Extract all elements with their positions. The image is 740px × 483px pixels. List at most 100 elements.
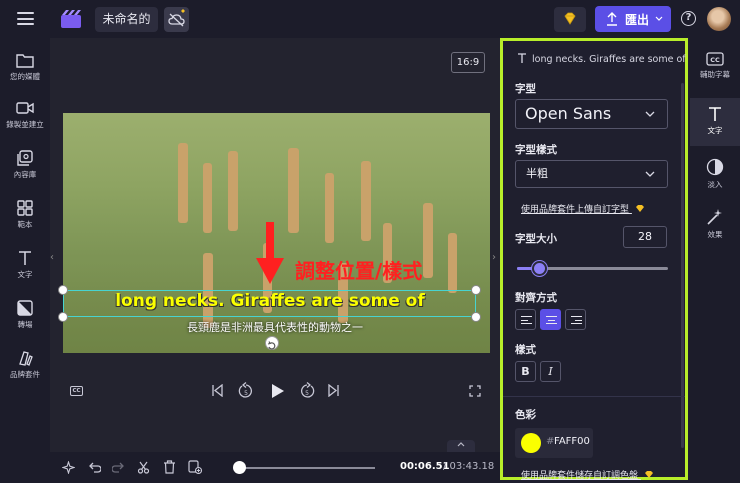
brand-palette-link[interactable]: 使用品牌套件儲存自訂調色盤	[521, 468, 654, 481]
panel-header-text: long necks. Giraffes are some of	[532, 54, 686, 65]
sidebar-item-content-library[interactable]: 內容庫	[0, 150, 50, 180]
caption-sub-text: 長頸鹿是非洲最具代表性的動物之一	[187, 321, 363, 334]
sidebar-item-templates[interactable]: 範本	[0, 200, 50, 230]
fullscreen-icon[interactable]	[469, 385, 481, 397]
font-style-label: 字型樣式	[515, 144, 557, 156]
diamond-icon	[635, 205, 644, 212]
captions-toggle-icon[interactable]: CC	[70, 386, 83, 396]
play-icon[interactable]	[270, 383, 285, 399]
sidebar-item-text[interactable]: 文字	[0, 250, 50, 280]
help-icon[interactable]: ?	[681, 11, 696, 26]
sidebar-item-fade[interactable]: 淡入	[690, 154, 740, 198]
video-giraffe	[325, 173, 334, 243]
trash-icon[interactable]	[163, 460, 176, 474]
sidebar-item-brand-kit[interactable]: 品牌套件	[0, 350, 50, 380]
sidebar-item-captions[interactable]: CC 輔助字幕	[690, 46, 740, 90]
resize-handle[interactable]	[471, 285, 481, 295]
aspect-ratio-button[interactable]: 16:9	[451, 52, 485, 73]
text-icon	[709, 107, 721, 121]
italic-button[interactable]: I	[540, 361, 561, 382]
svg-text:5: 5	[305, 390, 309, 397]
resize-handle[interactable]	[58, 285, 68, 295]
expand-timeline-button[interactable]	[447, 440, 475, 452]
premium-gem-button[interactable]	[554, 7, 586, 32]
add-media-icon[interactable]	[188, 460, 202, 474]
skip-back-icon[interactable]	[211, 384, 224, 397]
sidebar-item-media[interactable]: 您的媒體	[0, 52, 50, 82]
sidebar-item-label: 範本	[17, 220, 33, 229]
right-sidebar: CC 輔助字幕 文字 淡入 效果	[690, 38, 740, 483]
chevron-up-icon	[457, 442, 465, 447]
avatar[interactable]	[707, 7, 731, 31]
upload-icon	[607, 12, 617, 26]
brand-palette-link-text: 使用品牌套件儲存自訂調色盤	[521, 471, 639, 481]
sidebar-item-label: 淡入	[707, 180, 723, 189]
svg-text:5: 5	[244, 390, 248, 397]
forward-5-icon[interactable]: 5	[299, 382, 315, 399]
sidebar-item-label: 文字	[707, 126, 723, 135]
font-select[interactable]: Open Sans	[515, 99, 668, 129]
video-giraffe	[178, 143, 188, 223]
playback-scrubber[interactable]	[235, 467, 375, 469]
resize-handle[interactable]	[58, 312, 68, 322]
align-right-button[interactable]	[565, 309, 586, 330]
captions-icon: CC	[706, 52, 724, 66]
text-icon	[19, 251, 31, 265]
sidebar-item-label: 文字	[17, 270, 33, 279]
video-giraffe	[228, 151, 238, 231]
scrubber-knob[interactable]	[232, 461, 246, 474]
font-size-slider-knob[interactable]	[532, 261, 548, 276]
undo-icon[interactable]	[88, 461, 101, 474]
total-time: / 03:43.18	[443, 461, 495, 472]
sidebar-item-label: 轉場	[17, 320, 33, 329]
brand-kit-icon	[19, 351, 33, 366]
font-style-value: 半粗	[526, 167, 548, 180]
sidebar-item-transitions[interactable]: 轉場	[0, 300, 50, 330]
color-swatch[interactable]	[521, 433, 541, 453]
diamond-icon	[564, 12, 576, 25]
svg-text:CC: CC	[710, 56, 720, 64]
sidebar-item-label: 輔助字幕	[700, 70, 730, 79]
alignment-label: 對齊方式	[515, 292, 557, 304]
brand-font-link[interactable]: 使用品牌套件上傳自訂字型	[521, 202, 645, 215]
rotate-handle[interactable]	[265, 336, 279, 350]
menu-icon[interactable]	[17, 12, 34, 25]
left-sidebar: 您的媒體 錄製並建立 內容庫 範本 文字 轉場 品牌套件	[0, 38, 50, 483]
align-left-button[interactable]	[515, 309, 536, 330]
video-giraffe	[423, 203, 433, 278]
caption-main-text[interactable]: long necks. Giraffes are some of	[70, 291, 470, 311]
collapse-left-icon[interactable]: ‹	[50, 252, 60, 272]
cloud-sync-button[interactable]	[164, 7, 189, 32]
chevron-down-icon	[645, 171, 655, 177]
rewind-5-icon[interactable]: 5	[238, 382, 254, 399]
magic-sparkle-icon[interactable]	[62, 461, 75, 474]
sidebar-item-record[interactable]: 錄製並建立	[0, 100, 50, 130]
transitions-icon	[17, 300, 33, 316]
scissors-icon[interactable]	[137, 461, 150, 474]
panel-scrollbar[interactable]	[681, 83, 684, 448]
redo-icon[interactable]	[112, 461, 125, 474]
bold-button[interactable]: B	[515, 361, 536, 382]
effects-wand-icon	[707, 209, 722, 225]
fade-icon	[706, 158, 724, 176]
sidebar-item-text[interactable]: 文字	[690, 98, 740, 146]
sidebar-item-effects[interactable]: 效果	[690, 204, 740, 248]
resize-handle[interactable]	[471, 312, 481, 322]
sidebar-item-label: 效果	[707, 230, 723, 239]
align-center-button[interactable]	[540, 309, 561, 330]
video-giraffe	[361, 161, 371, 241]
font-size-input[interactable]: 28	[623, 226, 667, 248]
sidebar-item-label: 內容庫	[13, 170, 37, 179]
color-picker[interactable]: # FAFF00	[515, 428, 593, 458]
chevron-down-icon	[655, 16, 663, 21]
folder-icon	[16, 54, 34, 68]
annotation-arrow-icon	[256, 222, 284, 284]
text-properties-panel: long necks. Giraffes are some of 字型 Open…	[500, 38, 688, 481]
project-title[interactable]: 未命名的	[95, 7, 158, 32]
color-hex-value[interactable]: FAFF00	[554, 436, 590, 447]
export-button[interactable]: 匯出	[595, 6, 671, 32]
skip-forward-icon[interactable]	[327, 384, 340, 397]
font-style-select[interactable]: 半粗	[515, 160, 668, 188]
cloud-off-icon	[168, 9, 185, 27]
video-camera-icon	[16, 102, 34, 114]
